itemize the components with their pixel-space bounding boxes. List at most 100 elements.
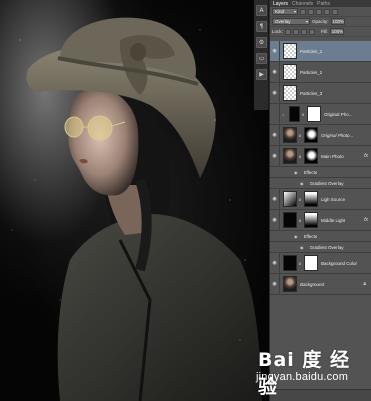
eye-icon[interactable] (270, 104, 280, 124)
layer-mask-thumbnail[interactable] (304, 148, 318, 164)
eye-icon[interactable]: ◉ (270, 146, 280, 166)
eye-icon[interactable]: ◉ (270, 41, 280, 61)
blend-row: Overlay Opacity: 100% (270, 17, 371, 27)
eye-icon[interactable]: ◉ (270, 125, 280, 145)
lock-image-icon[interactable] (292, 28, 299, 35)
effect-name: Gradient Overlay (309, 244, 344, 250)
layer-thumbnail (283, 255, 297, 271)
eye-icon[interactable]: ◉ (300, 245, 304, 250)
filter-row: Kind (270, 7, 371, 17)
fill-label: Fill: (320, 29, 328, 34)
tab-layers[interactable]: Layers (273, 1, 288, 7)
effects-label: Effects (303, 169, 318, 175)
tab-channels[interactable]: Channels (292, 1, 313, 7)
eye-icon[interactable]: ◉ (270, 83, 280, 103)
eye-icon[interactable]: ◉ (294, 170, 298, 175)
effect-row[interactable]: ◉ Gradient Overlay (270, 178, 371, 189)
link-icon: 8 (298, 196, 302, 202)
filter-shape-icon[interactable] (324, 8, 330, 15)
layer-mask-thumbnail[interactable] (304, 191, 318, 207)
layer-thumbnail (283, 85, 297, 101)
filter-pixel-icon[interactable] (300, 8, 306, 15)
eye-icon[interactable]: ◉ (270, 62, 280, 82)
lock-label: Lock: (272, 29, 283, 34)
watermark-url: jingyan.baidu.com (256, 371, 349, 383)
lock-all-icon[interactable] (308, 28, 315, 35)
layer-mask-thumbnail[interactable] (304, 212, 318, 228)
clip-arrow-icon: ↓ (282, 111, 285, 117)
properties-tool-icon[interactable]: ▭ (256, 53, 267, 64)
layer-row[interactable]: ◉ Particles_1 (270, 41, 371, 62)
fill-input[interactable]: 100% (329, 28, 344, 35)
opacity-input[interactable]: 100% (330, 18, 345, 25)
layer-filter-select[interactable]: Kind (272, 8, 298, 15)
layer-thumbnail (283, 191, 297, 207)
link-icon: 8 (298, 132, 302, 138)
settings-tool-icon[interactable]: ⚙ (256, 37, 267, 48)
layer-name[interactable]: Ligh Source (321, 197, 345, 202)
effects-row[interactable]: ◉ Effects (270, 167, 371, 178)
eye-icon[interactable]: ◉ (294, 234, 298, 239)
panel-tool-strip: A ¶ ⚙ ▭ ▶ (254, 0, 269, 110)
effect-name: Gradient Overlay (309, 180, 344, 186)
layer-row[interactable]: ◉ Particles_3 (270, 83, 371, 104)
fx-icon[interactable]: fx (364, 153, 368, 159)
fx-icon[interactable]: fx (364, 217, 368, 223)
layer-thumbnail (283, 148, 297, 164)
effects-label: Effects (303, 233, 318, 239)
eye-icon[interactable]: ◉ (270, 210, 280, 230)
filter-type-icon[interactable] (316, 8, 322, 15)
layer-name[interactable]: Middle Light (321, 218, 345, 223)
link-icon: 8 (298, 153, 302, 159)
layer-row[interactable]: ◉ 8 Background Color (270, 253, 371, 274)
layer-row[interactable]: ◉ 8 Main Photo fx (270, 146, 371, 167)
link-icon: 8 (298, 217, 302, 223)
layer-name[interactable]: Original Pho... (324, 112, 353, 117)
paragraph-tool-icon[interactable]: ¶ (256, 21, 267, 32)
layer-name[interactable]: Particles_1 (300, 49, 322, 54)
layer-name[interactable]: Original Photo... (321, 133, 353, 138)
eye-icon[interactable]: ◉ (300, 181, 304, 186)
layers-panel: Layers Channels Paths Kind Overlay Opaci… (269, 0, 371, 401)
blend-mode-select[interactable]: Overlay (272, 18, 310, 25)
effects-row[interactable]: ◉ Effects (270, 231, 371, 242)
layer-thumbnail (283, 276, 297, 292)
layer-thumbnail (283, 212, 297, 228)
layer-mask-thumbnail[interactable] (304, 255, 318, 271)
lock-position-icon[interactable] (300, 28, 307, 35)
layer-thumbnail (283, 43, 297, 59)
panel-tabs: Layers Channels Paths (270, 0, 371, 7)
layer-thumbnail (283, 127, 297, 143)
baidu-watermark: Bai 度 经验 jingyan.baidu.com (256, 345, 368, 398)
layer-row[interactable]: ◉ Background 🔒︎ (270, 274, 371, 295)
filter-smart-icon[interactable] (332, 8, 338, 15)
layer-name[interactable]: Main Photo (321, 154, 344, 159)
character-tool-icon[interactable]: A (256, 5, 267, 16)
eye-icon[interactable]: ◉ (270, 189, 280, 209)
layer-row[interactable]: ◉ 8 Middle Light fx (270, 210, 371, 231)
layer-mask-thumbnail[interactable] (304, 127, 318, 143)
layer-row[interactable]: ↓ 8 Original Pho... (270, 104, 371, 125)
layer-row[interactable]: ◉ 8 Original Photo... (270, 125, 371, 146)
layer-name[interactable]: Particles_3 (300, 91, 322, 96)
link-icon: 8 (301, 111, 305, 117)
layer-name[interactable]: Background (300, 282, 324, 287)
eye-icon[interactable]: ◉ (270, 253, 280, 273)
lock-transparent-icon[interactable] (284, 28, 291, 35)
link-icon: 8 (298, 260, 302, 266)
woman-photo (11, 17, 262, 401)
layer-mask-thumbnail[interactable] (307, 106, 321, 122)
layer-name[interactable]: Particles_2 (300, 70, 322, 75)
eye-icon[interactable]: ◉ (270, 274, 280, 294)
lock-icon: 🔒︎ (363, 281, 366, 287)
lock-row: Lock: Fill: 100% (270, 27, 371, 37)
opacity-label: Opacity: (312, 19, 329, 24)
effect-row[interactable]: ◉ Gradient Overlay (270, 242, 371, 253)
play-action-icon[interactable]: ▶ (256, 69, 267, 80)
layer-name[interactable]: Background Color (321, 261, 357, 266)
filter-adjust-icon[interactable] (308, 8, 314, 15)
tab-paths[interactable]: Paths (317, 1, 330, 7)
photo-canvas[interactable] (0, 0, 271, 401)
layer-row[interactable]: ◉ Particles_2 (270, 62, 371, 83)
layer-row[interactable]: ◉ 8 Ligh Source (270, 189, 371, 210)
